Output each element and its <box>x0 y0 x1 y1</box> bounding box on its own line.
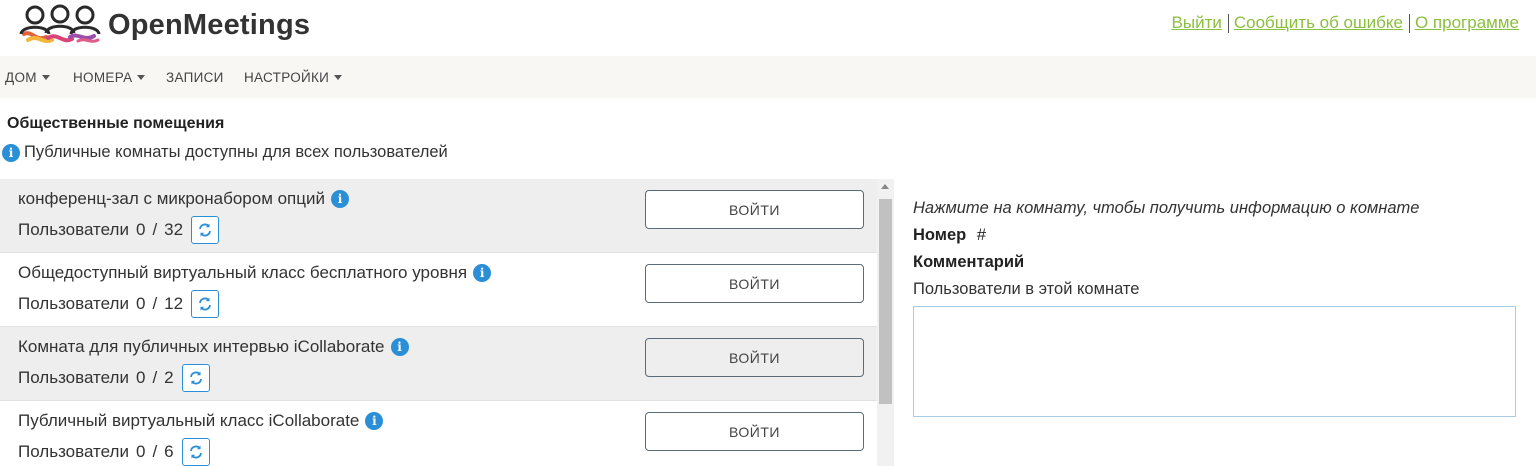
refresh-icon <box>189 371 202 385</box>
menu-settings-label: НАСТРОЙКИ <box>244 70 330 85</box>
logout-link[interactable]: Выйти <box>1172 13 1222 33</box>
room-name: Комната для публичных интервью iCollabor… <box>18 337 409 357</box>
menu-rooms[interactable]: НОМЕРА <box>73 70 146 85</box>
users-current: 0 <box>135 294 146 313</box>
logo[interactable]: OpenMeetings <box>18 4 310 46</box>
menu-settings[interactable]: НАСТРОЙКИ <box>244 70 343 85</box>
room-name-text: конференц-зал с микронабором опций <box>18 189 325 208</box>
people-logo-icon <box>19 4 101 43</box>
users-capacity: 12 <box>164 294 184 313</box>
room-comment-label: Комментарий <box>913 253 1025 271</box>
room-info-panel: Нажмите на комнату, чтобы получить инфор… <box>913 199 1518 417</box>
report-bug-link[interactable]: Сообщить об ошибке <box>1234 13 1403 33</box>
users-separator: / <box>152 294 158 313</box>
room-users: Пользователи 0 / 6 <box>18 438 210 466</box>
room-users: Пользователи 0 / 32 <box>18 216 220 244</box>
room-number-value: # <box>976 226 987 244</box>
room-name: Публичный виртуальный класс iCollaborate… <box>18 411 384 431</box>
info-icon[interactable]: i <box>390 338 409 356</box>
users-separator: / <box>152 368 158 387</box>
users-capacity: 32 <box>164 220 184 239</box>
users-label: Пользователи <box>18 442 129 461</box>
app-header: OpenMeetings Выйти Сообщить об ошибке О … <box>0 0 1536 56</box>
enter-room-button[interactable]: ВОЙТИ <box>645 264 864 303</box>
refresh-icon <box>199 223 211 237</box>
page-title: Общественные помещения <box>7 115 225 132</box>
caret-down-icon <box>334 75 343 80</box>
caret-down-icon <box>41 75 50 80</box>
room-item[interactable]: Общедоступный виртуальный класс бесплатн… <box>0 253 877 327</box>
room-users: Пользователи 0 / 12 <box>18 290 220 318</box>
info-icon[interactable]: i <box>365 412 384 430</box>
room-number-label: Номер <box>913 226 967 244</box>
users-current: 0 <box>135 368 146 387</box>
section-description-text: Публичные комнаты доступны для всех поль… <box>24 143 448 161</box>
room-name-text: Комната для публичных интервью iCollabor… <box>18 337 385 356</box>
refresh-button[interactable] <box>181 438 210 466</box>
room-item[interactable]: Публичный виртуальный класс iCollaborate… <box>0 401 877 466</box>
room-users: Пользователи 0 / 2 <box>18 364 210 392</box>
enter-room-button[interactable]: ВОЙТИ <box>645 412 864 451</box>
room-users-list[interactable] <box>913 306 1516 417</box>
users-label: Пользователи <box>18 220 129 239</box>
room-name: конференц-зал с микронабором опций i <box>18 189 349 209</box>
room-info-hint: Нажмите на комнату, чтобы получить инфор… <box>913 199 1420 217</box>
users-current: 0 <box>135 442 146 461</box>
top-links: Выйти Сообщить об ошибке О программе <box>1172 13 1519 33</box>
refresh-icon <box>199 297 211 311</box>
enter-room-button[interactable]: ВОЙТИ <box>645 338 864 377</box>
menu-recordings[interactable]: ЗАПИСИ <box>166 70 224 85</box>
refresh-icon <box>189 445 202 459</box>
main-menu: ДОМ НОМЕРА ЗАПИСИ НАСТРОЙКИ <box>0 56 1536 98</box>
caret-down-icon <box>137 75 146 80</box>
info-icon[interactable]: i <box>331 190 349 208</box>
enter-room-button[interactable]: ВОЙТИ <box>645 190 864 229</box>
room-number-row: Номер # <box>913 226 1518 245</box>
link-divider <box>1408 13 1410 33</box>
users-current: 0 <box>135 220 146 239</box>
menu-recordings-label: ЗАПИСИ <box>166 70 224 85</box>
refresh-button[interactable] <box>191 216 220 244</box>
room-list-scrollbar[interactable] <box>877 179 894 466</box>
info-icon: i <box>2 143 20 162</box>
room-list: конференц-зал с микронабором опций i Пол… <box>0 179 877 466</box>
users-label: Пользователи <box>18 294 129 313</box>
room-item[interactable]: конференц-зал с микронабором опций i Пол… <box>0 179 877 253</box>
menu-home[interactable]: ДОМ <box>5 70 50 85</box>
about-link[interactable]: О программе <box>1415 13 1519 33</box>
link-divider <box>1227 13 1229 33</box>
refresh-button[interactable] <box>191 290 220 318</box>
app-name: OpenMeetings <box>108 8 311 41</box>
users-capacity: 6 <box>164 442 174 461</box>
room-name: Общедоступный виртуальный класс бесплатн… <box>18 263 492 283</box>
users-capacity: 2 <box>164 368 174 387</box>
users-label: Пользователи <box>18 368 129 387</box>
room-name-text: Публичный виртуальный класс iCollaborate <box>18 411 360 430</box>
room-name-text: Общедоступный виртуальный класс бесплатн… <box>18 263 468 282</box>
room-item[interactable]: Комната для публичных интервью iCollabor… <box>0 327 877 401</box>
users-separator: / <box>152 220 158 239</box>
room-users-label: Пользователи в этой комнате <box>913 280 1140 298</box>
users-separator: / <box>152 442 158 461</box>
scroll-thumb[interactable] <box>879 199 892 404</box>
menu-home-label: ДОМ <box>5 70 37 85</box>
section-description: i Публичные комнаты доступны для всех по… <box>2 143 448 162</box>
refresh-button[interactable] <box>181 364 210 392</box>
info-icon[interactable]: i <box>473 264 492 282</box>
scroll-up-arrow-icon[interactable] <box>881 184 889 189</box>
menu-rooms-label: НОМЕРА <box>73 70 133 85</box>
room-comment-row: Комментарий <box>913 253 1518 272</box>
